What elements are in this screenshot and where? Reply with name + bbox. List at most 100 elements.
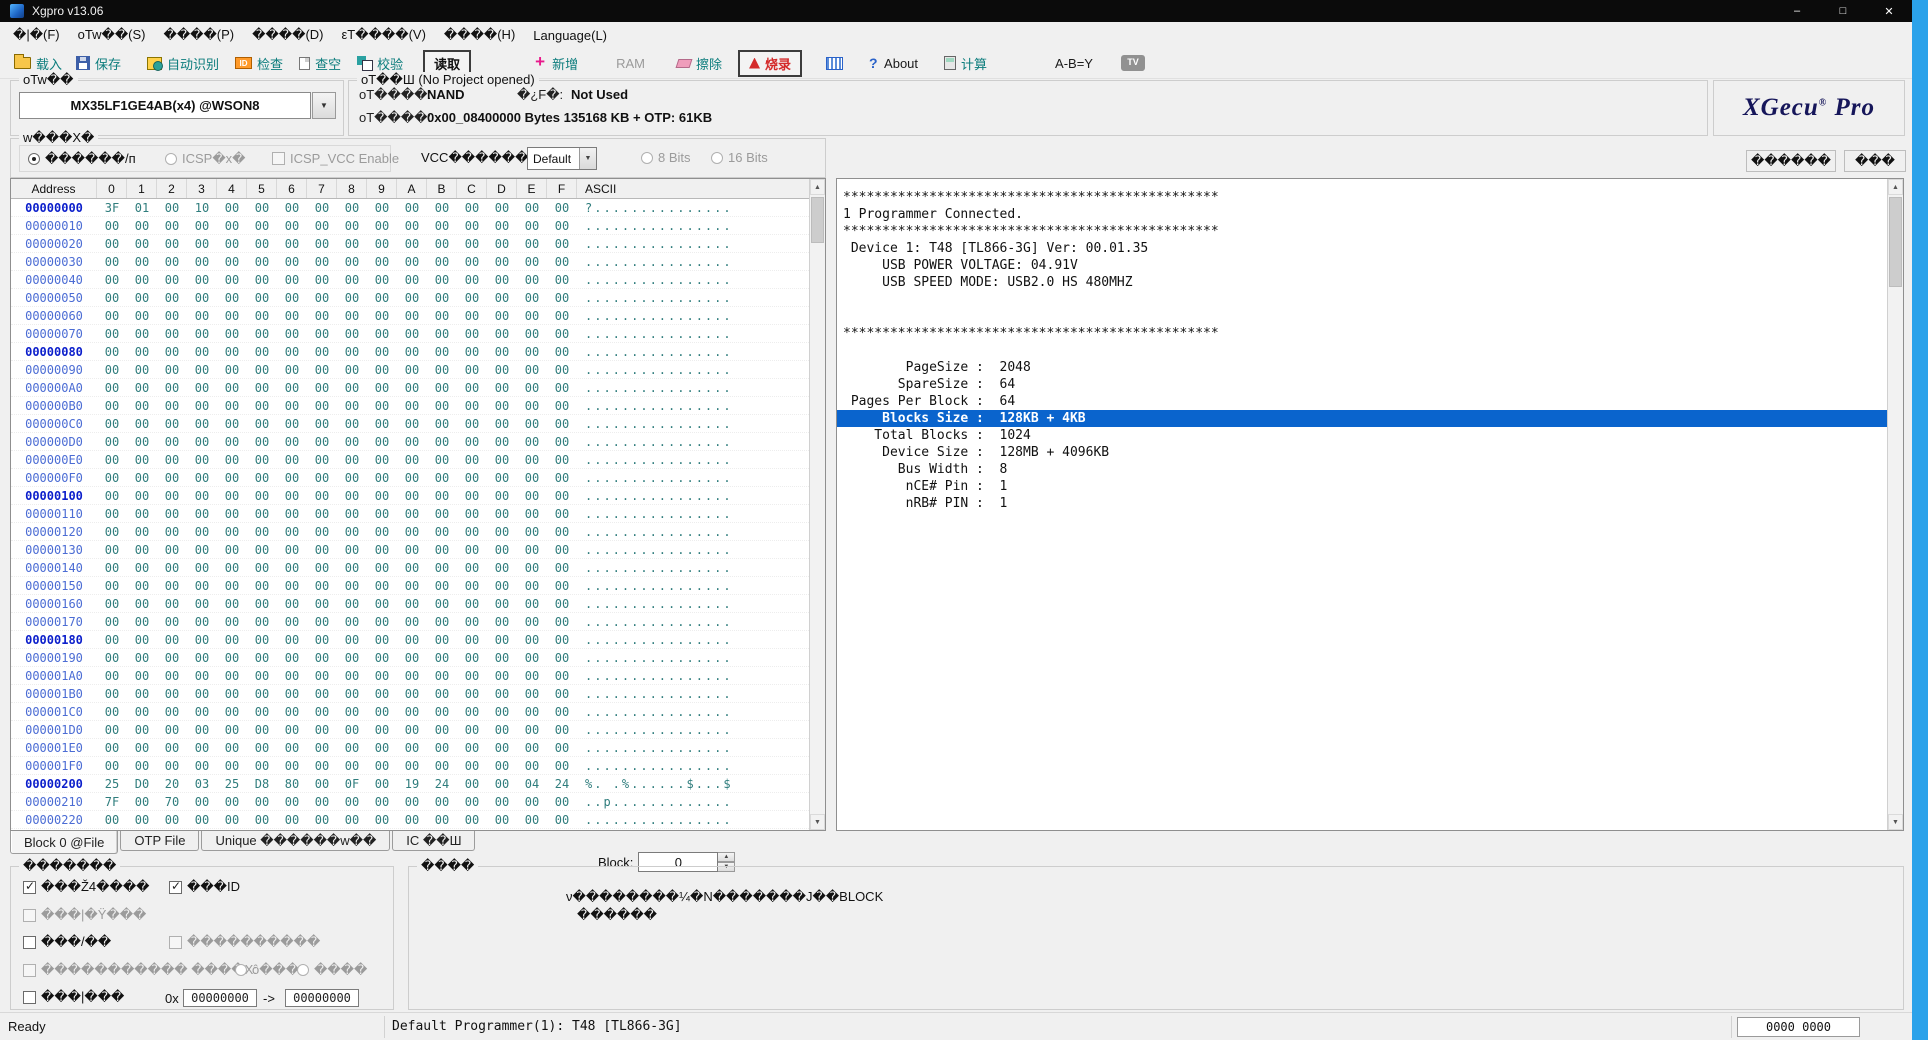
hex-byte[interactable]: 00 xyxy=(307,525,337,539)
hex-byte[interactable]: 00 xyxy=(487,237,517,251)
hex-byte[interactable]: 00 xyxy=(547,255,577,269)
hex-byte[interactable]: 00 xyxy=(217,525,247,539)
hex-byte[interactable]: 00 xyxy=(217,363,247,377)
menu-item[interactable]: ����(D) xyxy=(243,24,332,46)
hex-byte[interactable]: 00 xyxy=(127,435,157,449)
hex-byte[interactable]: 00 xyxy=(127,615,157,629)
hex-byte[interactable]: 00 xyxy=(397,489,427,503)
hex-byte[interactable]: 00 xyxy=(157,345,187,359)
hex-byte[interactable]: 00 xyxy=(547,417,577,431)
hex-byte[interactable]: 00 xyxy=(517,309,547,323)
hex-byte[interactable]: 00 xyxy=(247,597,277,611)
hex-byte[interactable]: 00 xyxy=(247,813,277,827)
hex-byte[interactable]: 00 xyxy=(427,741,457,755)
hex-byte[interactable]: 00 xyxy=(277,399,307,413)
hex-byte[interactable]: 00 xyxy=(547,741,577,755)
hex-byte[interactable]: 7F xyxy=(97,795,127,809)
hex-byte[interactable]: 00 xyxy=(547,309,577,323)
hex-byte[interactable]: 00 xyxy=(547,345,577,359)
hex-byte[interactable]: 00 xyxy=(187,705,217,719)
hex-byte[interactable]: 00 xyxy=(547,327,577,341)
hex-byte[interactable]: 00 xyxy=(277,633,307,647)
hex-byte[interactable]: 00 xyxy=(397,291,427,305)
hex-byte[interactable]: 00 xyxy=(547,399,577,413)
hex-byte[interactable]: 00 xyxy=(187,291,217,305)
hex-byte[interactable]: 00 xyxy=(367,795,397,809)
hex-byte[interactable]: 00 xyxy=(307,453,337,467)
scrollbar-thumb[interactable] xyxy=(811,197,824,243)
scrollbar-thumb[interactable] xyxy=(1889,197,1902,287)
hex-byte[interactable]: 00 xyxy=(307,741,337,755)
hex-byte[interactable]: 00 xyxy=(157,543,187,557)
hex-byte[interactable]: 00 xyxy=(187,453,217,467)
hex-byte[interactable]: 00 xyxy=(337,507,367,521)
hex-byte[interactable]: 00 xyxy=(367,759,397,773)
hex-byte[interactable]: 00 xyxy=(157,435,187,449)
hex-byte[interactable]: 00 xyxy=(187,309,217,323)
hex-byte[interactable]: 00 xyxy=(157,309,187,323)
hex-byte[interactable]: 00 xyxy=(157,615,187,629)
hex-byte[interactable]: 00 xyxy=(127,417,157,431)
hex-byte[interactable]: 00 xyxy=(97,543,127,557)
hex-byte[interactable]: 00 xyxy=(367,669,397,683)
hex-byte[interactable]: 00 xyxy=(247,345,277,359)
hex-byte[interactable]: 00 xyxy=(97,705,127,719)
hex-byte[interactable]: 00 xyxy=(367,255,397,269)
hex-byte[interactable]: 00 xyxy=(517,327,547,341)
hex-byte[interactable]: 00 xyxy=(427,309,457,323)
hex-byte[interactable]: 00 xyxy=(397,201,427,215)
hex-byte[interactable]: 00 xyxy=(547,489,577,503)
hex-byte[interactable]: 00 xyxy=(277,237,307,251)
hex-byte[interactable]: 00 xyxy=(487,201,517,215)
hex-byte[interactable]: 00 xyxy=(127,813,157,827)
hex-byte[interactable]: 00 xyxy=(367,489,397,503)
hex-byte[interactable]: 00 xyxy=(487,327,517,341)
hex-byte[interactable]: 00 xyxy=(277,543,307,557)
hex-byte[interactable]: 00 xyxy=(157,525,187,539)
hex-byte[interactable]: 00 xyxy=(457,579,487,593)
hex-byte[interactable]: 00 xyxy=(277,615,307,629)
hex-byte[interactable]: 00 xyxy=(547,615,577,629)
hex-byte[interactable]: 00 xyxy=(157,201,187,215)
hex-byte[interactable]: 00 xyxy=(97,669,127,683)
hex-byte[interactable]: 00 xyxy=(217,507,247,521)
hex-byte[interactable]: 00 xyxy=(187,345,217,359)
hex-byte[interactable]: 00 xyxy=(457,453,487,467)
hex-byte[interactable]: 00 xyxy=(457,597,487,611)
hex-byte[interactable]: 00 xyxy=(397,219,427,233)
hex-byte[interactable]: 00 xyxy=(457,417,487,431)
hex-byte[interactable]: 00 xyxy=(97,525,127,539)
radio-option-b[interactable]: ���� xyxy=(297,962,367,978)
hex-byte[interactable]: 00 xyxy=(337,615,367,629)
hex-byte[interactable]: 00 xyxy=(307,381,337,395)
hex-byte[interactable]: 00 xyxy=(397,561,427,575)
hex-byte[interactable]: 00 xyxy=(457,363,487,377)
hex-byte[interactable]: 00 xyxy=(517,453,547,467)
hex-byte[interactable]: 00 xyxy=(517,435,547,449)
hex-byte[interactable]: 00 xyxy=(277,723,307,737)
hex-byte[interactable]: 00 xyxy=(247,687,277,701)
hex-byte[interactable]: 00 xyxy=(457,291,487,305)
hex-byte[interactable]: 00 xyxy=(217,399,247,413)
panel-button-1[interactable]: ������ xyxy=(1746,150,1836,172)
hex-byte[interactable]: 00 xyxy=(247,381,277,395)
hex-byte[interactable]: 00 xyxy=(337,705,367,719)
hex-byte[interactable]: 00 xyxy=(187,363,217,377)
hex-byte[interactable]: 00 xyxy=(187,273,217,287)
hex-byte[interactable]: 00 xyxy=(97,453,127,467)
toolbar-button-erase[interactable]: 擦除 xyxy=(673,52,726,75)
hex-byte[interactable]: 00 xyxy=(397,507,427,521)
hex-byte[interactable]: 00 xyxy=(187,687,217,701)
hex-byte[interactable]: 00 xyxy=(97,759,127,773)
hex-byte[interactable]: 00 xyxy=(307,489,337,503)
hex-byte[interactable]: 00 xyxy=(217,579,247,593)
hex-byte[interactable]: 00 xyxy=(547,219,577,233)
hex-byte[interactable]: 00 xyxy=(97,435,127,449)
hex-byte[interactable]: 00 xyxy=(307,543,337,557)
hex-byte[interactable]: 00 xyxy=(247,327,277,341)
close-button[interactable]: ✕ xyxy=(1866,0,1912,22)
hex-byte[interactable]: 00 xyxy=(247,201,277,215)
hex-byte[interactable]: 00 xyxy=(307,633,337,647)
hex-byte[interactable]: 00 xyxy=(157,291,187,305)
checkbox-check-id[interactable]: ���ID xyxy=(169,879,240,895)
